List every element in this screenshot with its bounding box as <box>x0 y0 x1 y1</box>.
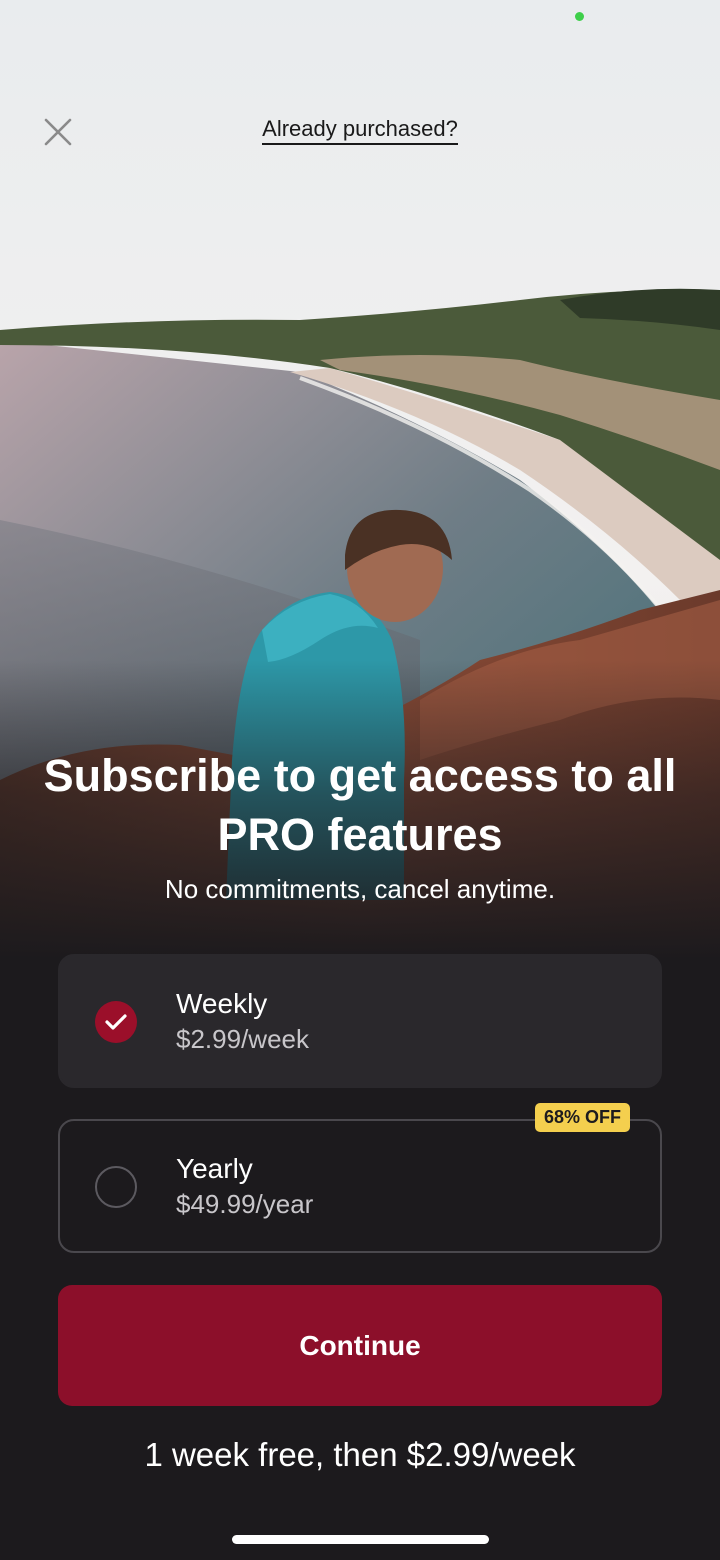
trial-terms-text: 1 week free, then $2.99/week <box>144 1436 576 1473</box>
restore-purchase-link[interactable]: Already purchased? <box>0 116 720 145</box>
restore-purchase-label: Already purchased? <box>262 116 458 145</box>
plan-price: $49.99/year <box>176 1189 314 1219</box>
home-indicator[interactable] <box>232 1535 489 1544</box>
radio-checked[interactable] <box>95 1001 137 1043</box>
plan-name: Yearly <box>176 1153 253 1184</box>
page-title: Subscribe to get access to all PRO featu… <box>43 750 677 860</box>
status-indicator-dot <box>575 12 584 21</box>
plan-option-yearly[interactable]: 68% OFF Yearly $49.99/year <box>58 1103 662 1253</box>
continue-button[interactable]: Continue <box>58 1285 662 1406</box>
radio-unchecked[interactable] <box>95 1166 137 1208</box>
plan-price: $2.99/week <box>176 1024 309 1054</box>
checkmark-icon <box>105 1014 127 1030</box>
plan-option-weekly[interactable]: Weekly $2.99/week <box>58 954 662 1088</box>
plan-name: Weekly <box>176 988 268 1019</box>
page-subtitle: No commitments, cancel anytime. <box>164 874 556 904</box>
discount-badge: 68% OFF <box>534 1103 630 1132</box>
